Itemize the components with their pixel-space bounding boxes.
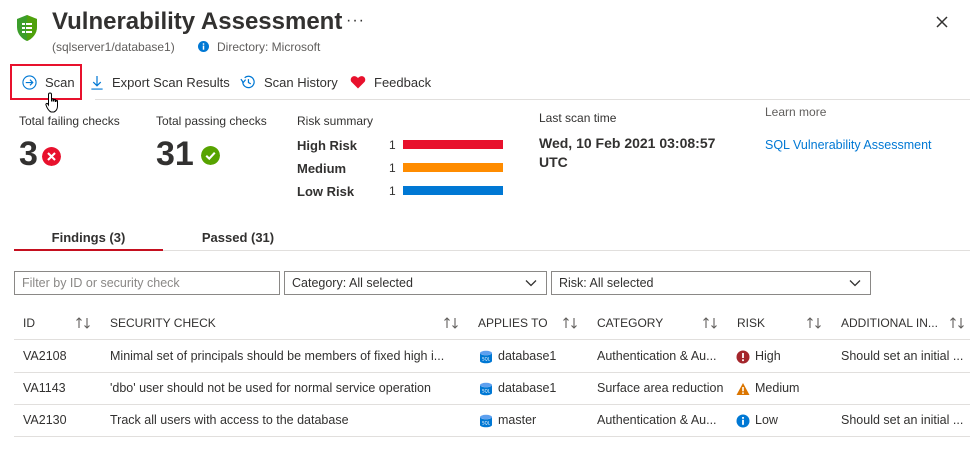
- arrow-right-circle-icon: [22, 74, 37, 90]
- cell-security-check: 'dbo' user should not be used for normal…: [110, 381, 431, 395]
- risk-row-medium: Medium 1: [297, 161, 507, 177]
- table-row[interactable]: VA1143 'dbo' user should not be used for…: [14, 373, 970, 405]
- tab-findings[interactable]: Findings (3): [14, 226, 163, 251]
- history-icon: [240, 75, 255, 89]
- table-row[interactable]: VA2130 Track all users with access to th…: [14, 405, 970, 437]
- last-scan-label: Last scan time: [539, 111, 617, 125]
- cell-category: Authentication & Au...: [597, 349, 717, 363]
- failing-checks-label: Total failing checks: [19, 114, 120, 128]
- sort-icon[interactable]: [949, 316, 965, 330]
- table-row[interactable]: VA2108 Minimal set of principals should …: [14, 341, 970, 373]
- cell-security-check: Track all users with access to the datab…: [110, 413, 349, 427]
- info-icon: [198, 41, 209, 52]
- learn-more-label: Learn more: [765, 105, 827, 119]
- close-icon[interactable]: [934, 14, 950, 30]
- history-label: Scan History: [264, 74, 338, 90]
- resource-path: (sqlserver1/database1): [52, 40, 175, 54]
- cell-additional-info: Should set an initial ...: [841, 413, 964, 427]
- chevron-down-icon: [525, 280, 537, 287]
- blade-header: Vulnerability Assessment ··· (sqlserver1…: [14, 6, 964, 56]
- scan-history-button[interactable]: Scan History: [239, 64, 338, 100]
- cell-category: Authentication & Au...: [597, 413, 717, 427]
- last-scan-value: Wed, 10 Feb 2021 03:08:57 UTC: [539, 135, 716, 170]
- tab-passed[interactable]: Passed (31): [163, 226, 313, 251]
- svg-text:SQL: SQL: [482, 389, 491, 394]
- risk-count: 1: [389, 138, 396, 152]
- feedback-label: Feedback: [374, 74, 432, 90]
- export-label: Export Scan Results: [112, 74, 230, 90]
- risk-filter-dropdown[interactable]: Risk: All selected: [551, 271, 871, 295]
- chevron-down-icon: [849, 280, 861, 287]
- cell-applies-to: database1: [498, 349, 557, 363]
- risk-row-high: High Risk 1: [297, 138, 507, 154]
- feedback-button[interactable]: Feedback: [350, 64, 431, 100]
- tab-bar: Findings (3) Passed (31): [14, 226, 970, 251]
- risk-name: Medium: [297, 161, 347, 176]
- sql-va-docs-link[interactable]: SQL Vulnerability Assessment: [765, 138, 932, 152]
- success-check-icon: [201, 146, 220, 165]
- column-header-id[interactable]: ID: [23, 316, 35, 330]
- info-icon: [736, 414, 750, 428]
- column-header-security-check[interactable]: SECURITY CHECK: [110, 316, 216, 330]
- risk-count: 1: [389, 161, 396, 175]
- column-header-applies-to[interactable]: APPLIES TO: [478, 316, 548, 330]
- column-header-risk[interactable]: RISK: [737, 316, 765, 330]
- failing-checks-count: 3: [19, 135, 38, 173]
- cell-additional-info: Should set an initial ...: [841, 349, 964, 363]
- sql-database-icon: SQL: [480, 350, 492, 364]
- cell-applies-to: master: [498, 413, 537, 427]
- risk-bar-low: [403, 186, 503, 195]
- sort-icon[interactable]: [562, 316, 578, 330]
- cell-id: VA2130: [23, 413, 67, 427]
- cell-id: VA2108: [23, 349, 67, 363]
- passing-checks-count: 31: [156, 135, 194, 173]
- shield-check-icon: [17, 15, 37, 41]
- cell-risk: Medium: [755, 381, 800, 395]
- toolbar-divider: [95, 99, 970, 100]
- sql-database-icon: SQL: [480, 382, 492, 396]
- command-bar: Scan Export Scan Results Scan History Fe…: [10, 64, 965, 113]
- error-icon: [736, 350, 750, 364]
- risk-summary-label: Risk summary: [297, 114, 374, 128]
- directory-label: Directory: Microsoft: [217, 40, 321, 54]
- risk-filter-value: Risk: All selected: [559, 276, 654, 290]
- scan-label: Scan: [45, 74, 75, 90]
- column-header-category[interactable]: CATEGORY: [597, 316, 663, 330]
- export-scan-results-button[interactable]: Export Scan Results: [90, 64, 230, 100]
- more-options-button[interactable]: ···: [346, 12, 365, 30]
- heart-icon: [350, 76, 366, 89]
- risk-name: High Risk: [297, 138, 357, 153]
- cell-applies-to: database1: [498, 381, 557, 395]
- hand-cursor-icon: [45, 92, 58, 113]
- passing-checks-label: Total passing checks: [156, 114, 267, 128]
- risk-name: Low Risk: [297, 184, 355, 199]
- svg-text:SQL: SQL: [482, 357, 491, 362]
- risk-row-low: Low Risk 1: [297, 184, 507, 200]
- cell-risk: Low: [755, 413, 778, 427]
- cell-id: VA1143: [23, 381, 66, 395]
- cell-security-check: Minimal set of principals should be memb…: [110, 349, 445, 363]
- download-icon: [91, 75, 103, 90]
- error-icon: [42, 147, 61, 166]
- table-header: ID SECURITY CHECK APPLIES TO CATEGORY RI…: [14, 306, 970, 340]
- sort-icon[interactable]: [443, 316, 459, 330]
- sql-database-icon: SQL: [480, 414, 492, 428]
- risk-bar-medium: [403, 163, 503, 172]
- page-title: Vulnerability Assessment: [52, 8, 343, 35]
- sort-icon[interactable]: [702, 316, 718, 330]
- risk-bar-high: [403, 140, 503, 149]
- filter-search-input[interactable]: Filter by ID or security check: [14, 271, 280, 295]
- column-header-additional-info[interactable]: ADDITIONAL IN...: [841, 316, 938, 330]
- risk-count: 1: [389, 184, 396, 198]
- sort-icon[interactable]: [75, 316, 91, 330]
- sort-icon[interactable]: [806, 316, 822, 330]
- cell-category: Surface area reduction: [597, 381, 724, 395]
- warning-icon: [736, 383, 750, 395]
- cell-risk: High: [755, 349, 781, 363]
- category-filter-dropdown[interactable]: Category: All selected: [284, 271, 547, 295]
- svg-text:SQL: SQL: [482, 421, 491, 426]
- category-filter-value: Category: All selected: [292, 276, 413, 290]
